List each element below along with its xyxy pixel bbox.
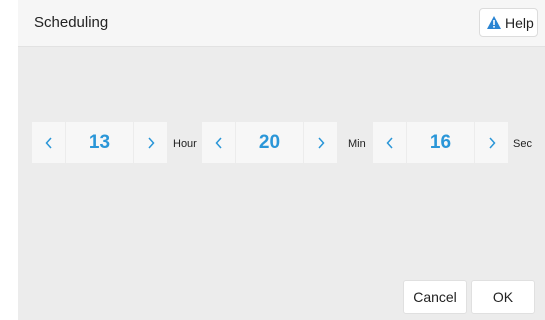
minute-increment-button[interactable] bbox=[304, 122, 337, 163]
second-unit-label: Sec bbox=[513, 138, 532, 150]
second-decrement-button[interactable] bbox=[373, 122, 406, 163]
warning-icon bbox=[487, 16, 501, 29]
help-label: Help bbox=[505, 15, 534, 31]
chevron-left-icon bbox=[214, 136, 222, 149]
chevron-right-icon bbox=[317, 136, 325, 149]
hour-value[interactable]: 13 bbox=[66, 122, 133, 163]
cancel-button[interactable]: Cancel bbox=[403, 280, 467, 314]
second-stepper: 16 bbox=[373, 122, 508, 163]
chevron-right-icon bbox=[147, 136, 155, 149]
dialog-header: Scheduling Help bbox=[18, 0, 545, 47]
chevron-left-icon bbox=[385, 136, 393, 149]
second-value[interactable]: 16 bbox=[407, 122, 474, 163]
minute-decrement-button[interactable] bbox=[202, 122, 235, 163]
minute-stepper: 20 bbox=[202, 122, 337, 163]
hour-increment-button[interactable] bbox=[134, 122, 167, 163]
chevron-left-icon bbox=[44, 136, 52, 149]
hour-unit-label: Hour bbox=[173, 138, 197, 150]
minute-value[interactable]: 20 bbox=[236, 122, 303, 163]
hour-decrement-button[interactable] bbox=[32, 122, 65, 163]
scheduling-dialog: Scheduling Help 13 Hour 20 Min 16 Sec Ca… bbox=[18, 0, 545, 320]
help-button[interactable]: Help bbox=[479, 8, 538, 37]
chevron-right-icon bbox=[488, 136, 496, 149]
minute-unit-label: Min bbox=[348, 138, 366, 150]
dialog-title: Scheduling bbox=[34, 14, 109, 31]
second-increment-button[interactable] bbox=[475, 122, 508, 163]
hour-stepper: 13 bbox=[32, 122, 167, 163]
ok-button[interactable]: OK bbox=[471, 280, 535, 314]
